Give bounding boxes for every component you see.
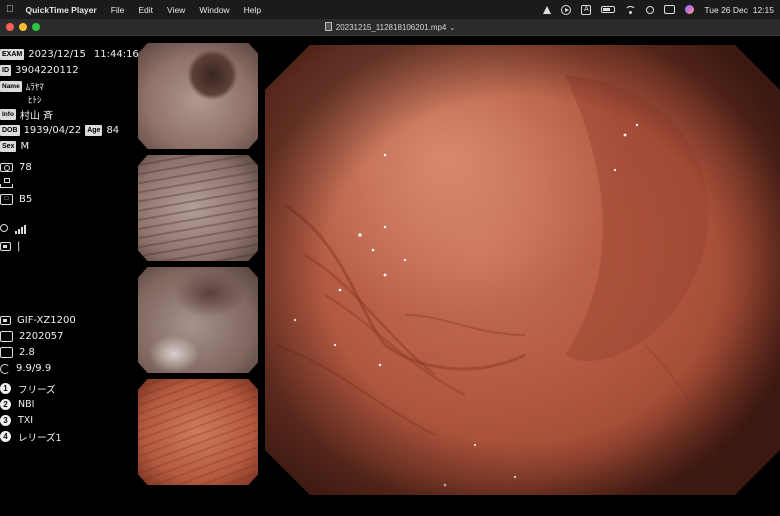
window-title-text: 20231215_112818106201.mp4	[335, 23, 447, 32]
zoom-icon	[0, 347, 13, 358]
dob-tag: DOB	[0, 125, 20, 136]
dob-value: 1939/04/22	[23, 125, 82, 136]
menu-window[interactable]: Window	[199, 5, 229, 15]
apple-menu-icon[interactable]: 	[6, 4, 14, 15]
thumbnail-4[interactable]	[138, 379, 258, 485]
age-value: 84	[106, 125, 120, 136]
endoscopy-image	[265, 45, 780, 495]
play-circle-icon[interactable]	[561, 4, 572, 15]
sex-value: M	[20, 141, 30, 152]
function-label-1: フリーズ	[18, 384, 56, 396]
scope-model-row: GIF-XZ1200	[0, 314, 76, 327]
endoscopy-main-view[interactable]	[265, 45, 780, 495]
info-tag: Info	[0, 109, 16, 120]
monitor-icon	[0, 242, 11, 251]
exam-tag: EXAM	[0, 49, 25, 60]
name-kana-family: ﾑﾗﾔﾏ	[25, 83, 44, 93]
thumbnail-2[interactable]	[138, 155, 258, 261]
serial-icon	[0, 331, 13, 342]
document-icon	[324, 22, 332, 31]
structure-row	[0, 177, 19, 190]
id-row: ID 3904220112	[0, 64, 79, 77]
menubar-clock[interactable]: Tue 26 Dec 12:15	[704, 5, 774, 15]
info-row: Info 村山 斉	[0, 108, 54, 122]
menu-app-name[interactable]: QuickTime Player	[26, 5, 97, 15]
function-number-2-icon: 2	[0, 399, 11, 410]
misc-value: |	[17, 241, 21, 252]
misc-row: |	[0, 240, 20, 253]
function-number-3-icon: 3	[0, 415, 11, 426]
ratio-row: 9.9/9.9	[0, 362, 51, 375]
signal-row	[0, 222, 27, 235]
age-tag: Age	[85, 125, 103, 136]
patient-kanji-name: 村山 斉	[19, 111, 54, 122]
sex-row: Sex M	[0, 140, 29, 153]
window-title[interactable]: 20231215_112818106201.mp4 ⌄	[0, 22, 780, 32]
signal-source-icon	[0, 223, 13, 234]
exam-row: EXAM 2023/12/15 11:44:16	[0, 48, 139, 61]
camera-row: 78	[0, 161, 32, 174]
scope-model: GIF-XZ1200	[17, 315, 76, 326]
camera-icon	[0, 163, 13, 172]
dob-row: DOB 1939/04/22 Age 84	[0, 124, 119, 137]
menu-help[interactable]: Help	[244, 5, 261, 15]
id-tag: ID	[0, 65, 11, 76]
spotlight-search-icon[interactable]	[646, 5, 655, 14]
function-number-1-icon: 1	[0, 383, 11, 394]
menu-view[interactable]: View	[167, 5, 185, 15]
function-label-3: TXI	[18, 415, 34, 426]
menu-file[interactable]: File	[111, 5, 125, 15]
b-setting-row: □ B5	[0, 193, 32, 206]
menubar:  QuickTime Player File Edit View Window…	[0, 0, 780, 19]
function-row-4: 4 レリーズ1	[0, 430, 62, 444]
function-row-1: 1 フリーズ	[0, 382, 56, 396]
zoom-row: 2.8	[0, 346, 35, 359]
thumbnail-2-image	[138, 155, 258, 261]
thumbnail-3-image	[138, 267, 258, 373]
function-number-4-icon: 4	[0, 431, 11, 442]
window-titlebar[interactable]: 20231215_112818106201.mp4 ⌄	[0, 19, 780, 36]
name-tag: Name	[0, 81, 22, 92]
status-area: A Tue 26 Dec 12:15	[543, 0, 774, 19]
siri-icon[interactable]	[685, 5, 695, 14]
scope-serial: 2202057	[19, 331, 64, 342]
name-kana-given-row: ﾋﾄｼ	[28, 93, 42, 106]
battery-icon[interactable]	[601, 6, 616, 13]
function-row-3: 3 TXI	[0, 414, 33, 427]
ratio-value: 9.9/9.9	[16, 363, 52, 374]
function-label-4: レリーズ1	[18, 432, 62, 444]
menu-edit[interactable]: Edit	[138, 5, 153, 15]
b-setting-value: B5	[19, 194, 33, 205]
name-row: Name ﾑﾗﾔﾏ	[0, 80, 44, 93]
scope-serial-row: 2202057	[0, 330, 64, 343]
structure-enhancement-icon	[0, 178, 13, 189]
video-frame[interactable]: EXAM 2023/12/15 11:44:16 ID 3904220112 N…	[0, 37, 780, 516]
patient-id: 3904220112	[15, 65, 79, 76]
rotate-icon	[0, 363, 10, 374]
input-source-icon[interactable]: A	[581, 4, 592, 15]
thumbnail-4-image	[138, 379, 258, 485]
thumbnail-1[interactable]	[138, 43, 258, 149]
exam-date: 2023/12/15	[28, 49, 86, 60]
thumbnail-3[interactable]	[138, 267, 258, 373]
signal-bars-icon	[15, 223, 27, 234]
vlc-cone-icon[interactable]	[543, 5, 552, 14]
camera-value: 78	[19, 162, 32, 173]
enhancement-box-icon: □	[0, 194, 13, 205]
function-row-2: 2 NBI	[0, 398, 34, 411]
wifi-icon[interactable]	[625, 5, 637, 14]
chevron-down-icon[interactable]: ⌄	[449, 24, 455, 32]
thumbnail-1-image	[138, 43, 258, 149]
name-kana-given: ﾋﾄｼ	[28, 96, 42, 106]
function-label-2: NBI	[18, 399, 35, 410]
zoom-value: 2.8	[19, 347, 35, 358]
control-center-icon[interactable]	[664, 5, 676, 14]
exam-time: 11:44:16	[93, 49, 139, 60]
scope-icon	[0, 316, 11, 325]
sex-tag: Sex	[0, 141, 17, 152]
